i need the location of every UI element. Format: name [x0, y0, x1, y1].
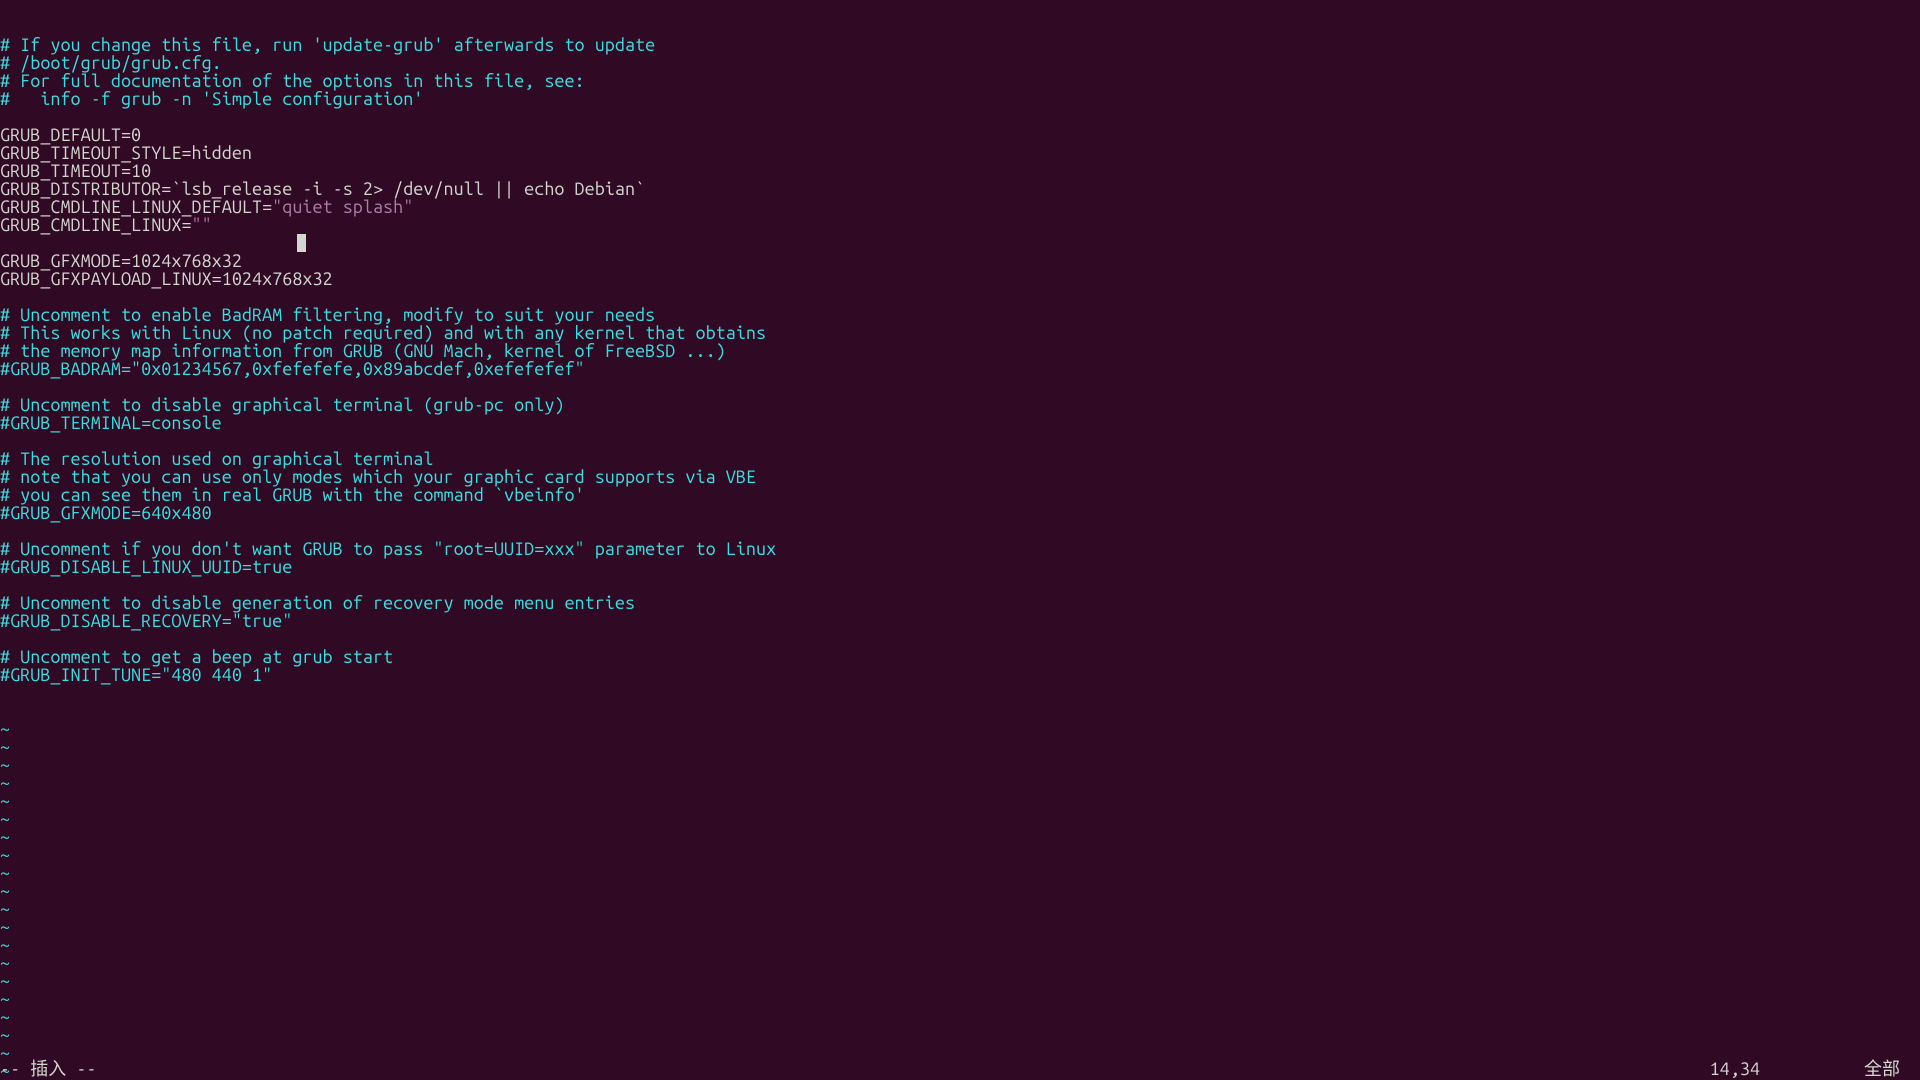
file-content[interactable]: # If you change this file, run 'update-g… — [0, 36, 1920, 684]
code-line[interactable]: GRUB_CMDLINE_LINUX="" — [0, 216, 1920, 234]
code-line[interactable]: #GRUB_DISABLE_RECOVERY="true" — [0, 612, 1920, 630]
scroll-indicator: 全部 — [1864, 1060, 1900, 1078]
empty-line-tilde: ~ — [0, 882, 1920, 900]
code-line[interactable]: # info -f grub -n 'Simple configuration' — [0, 90, 1920, 108]
code-line[interactable]: # For full documentation of the options … — [0, 72, 1920, 90]
code-line[interactable]: # Uncomment to disable graphical termina… — [0, 396, 1920, 414]
code-line[interactable]: #GRUB_BADRAM="0x01234567,0xfefefefe,0x89… — [0, 360, 1920, 378]
empty-line-tilde: ~ — [0, 990, 1920, 1008]
code-line[interactable] — [0, 522, 1920, 540]
code-line[interactable]: # Uncomment if you don't want GRUB to pa… — [0, 540, 1920, 558]
empty-line-tilde: ~ — [0, 846, 1920, 864]
code-line[interactable]: #GRUB_INIT_TUNE="480 440 1" — [0, 666, 1920, 684]
code-line[interactable]: # /boot/grub/grub.cfg. — [0, 54, 1920, 72]
code-line[interactable]: #GRUB_DISABLE_LINUX_UUID=true — [0, 558, 1920, 576]
code-line[interactable]: # note that you can use only modes which… — [0, 468, 1920, 486]
code-line[interactable]: #GRUB_TERMINAL=console — [0, 414, 1920, 432]
code-line[interactable]: # The resolution used on graphical termi… — [0, 450, 1920, 468]
mode-indicator: -- 插入 -- — [0, 1060, 96, 1078]
empty-line-tilde: ~ — [0, 936, 1920, 954]
code-line[interactable]: GRUB_GFXMODE=1024x768x32 — [0, 252, 1920, 270]
empty-line-tilde: ~ — [0, 828, 1920, 846]
code-line[interactable]: GRUB_TIMEOUT=10 — [0, 162, 1920, 180]
code-line[interactable]: GRUB_GFXPAYLOAD_LINUX=1024x768x32 — [0, 270, 1920, 288]
empty-line-tilde: ~ — [0, 810, 1920, 828]
empty-line-tilde: ~ — [0, 972, 1920, 990]
empty-line-tilde: ~ — [0, 918, 1920, 936]
terminal-editor[interactable]: # If you change this file, run 'update-g… — [0, 0, 1920, 1080]
code-line[interactable]: # you can see them in real GRUB with the… — [0, 486, 1920, 504]
code-line[interactable] — [0, 108, 1920, 126]
code-line[interactable]: # Uncomment to enable BadRAM filtering, … — [0, 306, 1920, 324]
code-line[interactable] — [0, 378, 1920, 396]
code-line[interactable]: # Uncomment to get a beep at grub start — [0, 648, 1920, 666]
empty-line-tilde: ~ — [0, 738, 1920, 756]
code-line[interactable]: #GRUB_GFXMODE=640x480 — [0, 504, 1920, 522]
code-line[interactable]: GRUB_DEFAULT=0 — [0, 126, 1920, 144]
empty-line-tilde: ~ — [0, 720, 1920, 738]
code-line[interactable] — [0, 432, 1920, 450]
cursor-position: 14,34 — [1710, 1060, 1760, 1078]
code-line[interactable]: GRUB_TIMEOUT_STYLE=hidden — [0, 144, 1920, 162]
code-line[interactable] — [0, 630, 1920, 648]
empty-line-tilde: ~ — [0, 1026, 1920, 1044]
code-line[interactable]: GRUB_DISTRIBUTOR=`lsb_release -i -s 2> /… — [0, 180, 1920, 198]
empty-line-tilde: ~ — [0, 774, 1920, 792]
code-line[interactable] — [0, 234, 1920, 252]
empty-line-tilde: ~ — [0, 1008, 1920, 1026]
code-line[interactable]: # Uncomment to disable generation of rec… — [0, 594, 1920, 612]
empty-line-tilde: ~ — [0, 864, 1920, 882]
code-line[interactable]: # If you change this file, run 'update-g… — [0, 36, 1920, 54]
code-line[interactable]: GRUB_CMDLINE_LINUX_DEFAULT="quiet splash… — [0, 198, 1920, 216]
empty-line-tilde: ~ — [0, 954, 1920, 972]
code-line[interactable] — [0, 576, 1920, 594]
empty-line-tilde: ~ — [0, 756, 1920, 774]
status-bar: -- 插入 -- 14,34 全部 — [0, 1058, 1920, 1080]
empty-line-tilde: ~ — [0, 900, 1920, 918]
empty-line-tilde: ~ — [0, 792, 1920, 810]
code-line[interactable] — [0, 288, 1920, 306]
code-line[interactable]: # the memory map information from GRUB (… — [0, 342, 1920, 360]
text-cursor — [297, 234, 306, 252]
empty-lines: ~~~~~~~~~~~~~~~~~~~~~ — [0, 720, 1920, 1080]
code-line[interactable]: # This works with Linux (no patch requir… — [0, 324, 1920, 342]
